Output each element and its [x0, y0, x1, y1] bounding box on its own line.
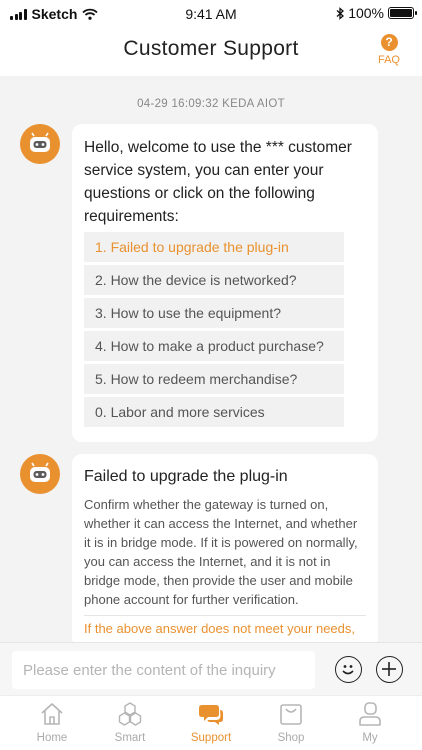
battery-icon	[388, 7, 417, 19]
option-device-network[interactable]: 2. How the device is networked?	[84, 265, 344, 295]
tab-home-label: Home	[36, 732, 68, 744]
robot-icon	[30, 132, 50, 152]
nav-bar: Customer Support ? FAQ	[0, 28, 422, 76]
tab-shop[interactable]: Shop	[249, 701, 333, 744]
status-bar: Sketch 9:41 AM 100%	[0, 0, 422, 28]
emoji-button[interactable]	[335, 656, 362, 683]
tab-home[interactable]: Home	[10, 701, 94, 744]
smart-icon	[118, 702, 142, 726]
answer-body: Confirm whether the gateway is turned on…	[84, 497, 358, 607]
answer-divider	[84, 615, 366, 616]
chat-timestamp: 04-29 16:09:32 KEDA AIOT	[137, 98, 285, 110]
welcome-text: Hello, welcome to use the *** customer s…	[84, 139, 352, 225]
answer-title: Failed to upgrade the plug-in	[84, 468, 288, 485]
add-attachment-button[interactable]	[376, 656, 403, 683]
answer-followup-link[interactable]: If the above answer does not meet your n…	[84, 621, 366, 636]
home-icon	[41, 703, 63, 725]
profile-icon	[359, 702, 381, 726]
tab-support-label: Support	[190, 732, 232, 744]
option-upgrade-plugin[interactable]: 1. Failed to upgrade the plug-in	[84, 232, 344, 262]
support-icon	[199, 705, 223, 725]
bot-avatar	[20, 454, 60, 494]
help-icon: ?	[380, 34, 398, 51]
emoji-icon	[342, 665, 354, 675]
option-labor-services[interactable]: 0. Labor and more services	[84, 397, 344, 427]
tab-smart-label: Smart	[114, 732, 146, 744]
tab-my-label: My	[362, 732, 378, 744]
quick-options: 1. Failed to upgrade the plug-in 2. How …	[84, 232, 366, 427]
shop-icon	[280, 704, 302, 725]
input-bar	[0, 642, 422, 695]
option-redeem-merchandise[interactable]: 5. How to redeem merchandise?	[84, 364, 344, 394]
page-title: Customer Support	[123, 37, 299, 60]
robot-icon	[30, 462, 50, 482]
plus-icon	[382, 662, 396, 676]
tab-my[interactable]: My	[328, 701, 412, 744]
option-use-equipment[interactable]: 3. How to use the equipment?	[84, 298, 344, 328]
tab-support[interactable]: Support	[169, 701, 253, 744]
bluetooth-icon	[336, 6, 345, 20]
tab-bar: Home Smart Support Shop My	[0, 695, 422, 750]
tab-smart[interactable]: Smart	[88, 701, 172, 744]
faq-button[interactable]: ? FAQ	[376, 34, 402, 66]
answer-bubble: Failed to upgrade the plug-in Confirm wh…	[72, 454, 378, 642]
message-welcome: Hello, welcome to use the *** customer s…	[20, 124, 422, 454]
faq-label: FAQ	[377, 54, 400, 66]
inquiry-input[interactable]	[12, 651, 315, 689]
bot-avatar	[20, 124, 60, 164]
chat-area[interactable]: 04-29 16:09:32 KEDA AIOT Hello, welcome …	[0, 76, 422, 642]
option-product-purchase[interactable]: 4. How to make a product purchase?	[84, 331, 344, 361]
battery-percent: 100%	[348, 5, 384, 21]
welcome-bubble: Hello, welcome to use the *** customer s…	[72, 124, 378, 442]
tab-shop-label: Shop	[277, 732, 305, 744]
